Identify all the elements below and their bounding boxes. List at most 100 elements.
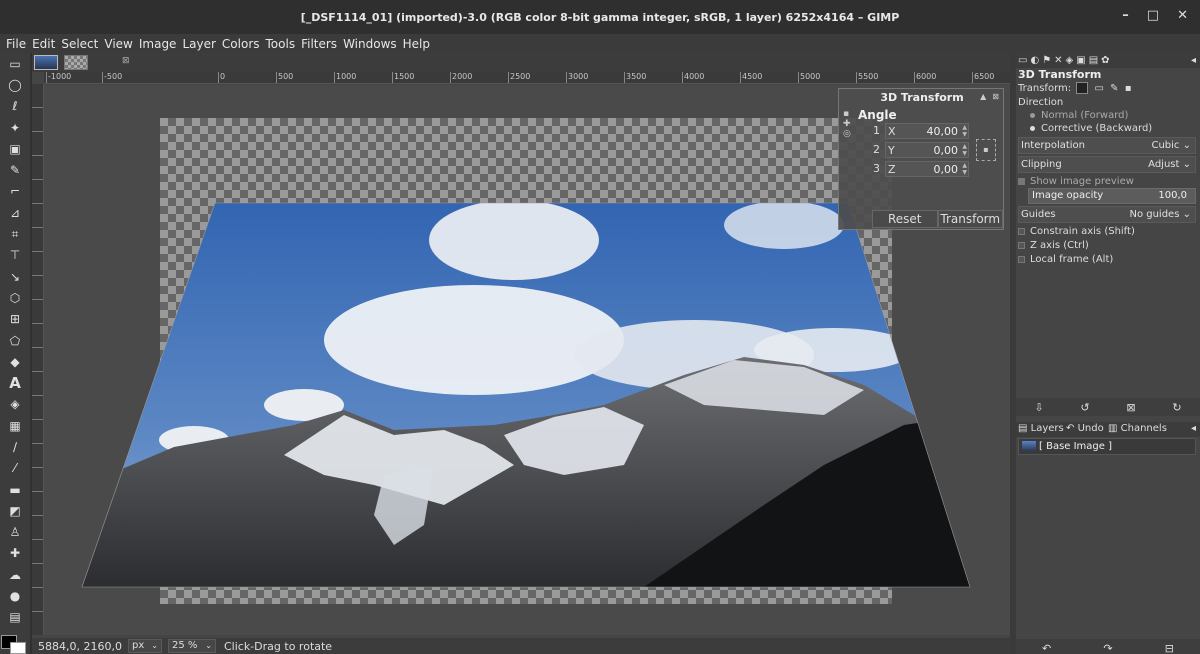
- image-tab-checker[interactable]: [64, 55, 88, 70]
- channels-tab[interactable]: ▥ Channels: [1108, 423, 1167, 434]
- spin-icon[interactable]: ▲ ▼: [962, 143, 967, 157]
- dialog-move-icon[interactable]: ▲: [980, 92, 986, 101]
- undo-icon[interactable]: ↶: [1042, 642, 1051, 654]
- heal-icon[interactable]: ✚: [0, 543, 30, 564]
- gradient-icon[interactable]: ▦: [0, 415, 30, 436]
- clipping-select[interactable]: Clipping Adjust ⌄: [1018, 156, 1196, 173]
- local-frame-checkbox[interactable]: Local frame (Alt): [1018, 254, 1113, 265]
- redo-icon[interactable]: ↷: [1103, 642, 1112, 654]
- paths-tab-icon[interactable]: ⚑: [1042, 55, 1051, 66]
- menu-tools[interactable]: Tools: [263, 37, 299, 51]
- dialog-mode-icon[interactable]: ▪: [843, 109, 855, 119]
- chain-link-icon[interactable]: ▪: [976, 139, 996, 161]
- menu-file[interactable]: File: [3, 37, 29, 51]
- menu-view[interactable]: View: [101, 37, 135, 51]
- interpolation-select[interactable]: Interpolation Cubic ⌄: [1018, 137, 1196, 154]
- spin-icon[interactable]: ▲ ▼: [962, 124, 967, 138]
- minimize-button[interactable]: –: [1122, 8, 1129, 23]
- delete-preset-icon[interactable]: ⊠: [1126, 401, 1135, 414]
- menu-edit[interactable]: Edit: [29, 37, 58, 51]
- menu-help[interactable]: Help: [400, 37, 433, 51]
- fg-bg-colors[interactable]: [0, 634, 30, 654]
- save-preset-icon[interactable]: ⇩: [1034, 401, 1043, 414]
- color-picker-icon[interactable]: ⌐: [0, 181, 30, 202]
- menu-filters[interactable]: Filters: [298, 37, 340, 51]
- direction-corrective-radio[interactable]: Corrective (Backward): [1030, 123, 1152, 134]
- clone-icon[interactable]: ♙: [0, 522, 30, 543]
- close-window-button[interactable]: ✕: [1177, 8, 1188, 23]
- undo-tab[interactable]: ↶ Undo: [1066, 423, 1104, 434]
- align-icon[interactable]: ⊤: [0, 245, 30, 266]
- images-tab-icon[interactable]: ▣: [1076, 55, 1085, 66]
- z-axis-checkbox[interactable]: Z axis (Ctrl): [1018, 240, 1089, 251]
- transform-button[interactable]: Transform: [937, 210, 1003, 228]
- text-icon[interactable]: A: [0, 372, 30, 393]
- image-canvas[interactable]: 3D Transform ▲ ⊠ ▪ ✚ ◎ Angle 1 X 40,00 ▲…: [44, 85, 1010, 635]
- constrain-axis-checkbox[interactable]: Constrain axis (Shift): [1018, 226, 1135, 237]
- paintbrush-icon[interactable]: ⁄: [0, 458, 30, 479]
- menu-image[interactable]: Image: [136, 37, 180, 51]
- close-tab-icon[interactable]: ⊠: [122, 56, 130, 66]
- zoom-select[interactable]: 25 % ⌄: [168, 639, 216, 653]
- ellipse-select-icon[interactable]: ◯: [0, 74, 30, 95]
- dialog-close-icon[interactable]: ⊠: [992, 92, 999, 101]
- palette-tab-icon[interactable]: ✿: [1101, 55, 1109, 66]
- image-opacity-slider[interactable]: Image opacity 100,0: [1028, 188, 1196, 204]
- gradients-tab-icon[interactable]: ▤: [1089, 55, 1098, 66]
- maximize-button[interactable]: □: [1147, 8, 1159, 23]
- brushes-tab-icon[interactable]: ◐: [1030, 55, 1039, 66]
- crop-icon[interactable]: ⌗: [0, 223, 30, 244]
- direction-label: Direction: [1018, 97, 1064, 108]
- transform-path-icon[interactable]: ✎: [1110, 83, 1118, 94]
- reset-options-icon[interactable]: ↻: [1172, 401, 1181, 414]
- restore-preset-icon[interactable]: ↺: [1080, 401, 1089, 414]
- guides-select[interactable]: Guides No guides ⌄: [1018, 206, 1196, 223]
- rect-select-icon[interactable]: ▭: [0, 53, 30, 74]
- dodge-burn-icon[interactable]: ●: [0, 585, 30, 606]
- channels-tab-label: Channels: [1120, 423, 1167, 434]
- patterns-tab-icon[interactable]: ✕: [1054, 55, 1062, 66]
- angle-z-field[interactable]: Z 0,00 ▲ ▼: [885, 161, 969, 177]
- dock-menu-icon[interactable]: ◂: [1191, 55, 1196, 66]
- warp-icon[interactable]: ⊞: [0, 309, 30, 330]
- layers-tab[interactable]: ▤ Layers: [1018, 423, 1064, 434]
- eraser-icon[interactable]: ▬: [0, 479, 30, 500]
- image-tab-active[interactable]: [34, 55, 58, 70]
- direction-normal-radio[interactable]: Normal (Forward): [1030, 110, 1128, 121]
- reset-button[interactable]: Reset: [872, 210, 938, 228]
- show-preview-checkbox[interactable]: Show image preview: [1018, 176, 1134, 187]
- menu-layer[interactable]: Layer: [179, 37, 218, 51]
- menu-colors[interactable]: Colors: [219, 37, 263, 51]
- cage-icon[interactable]: ⬠: [0, 330, 30, 351]
- foreground-select-icon[interactable]: ▣: [0, 138, 30, 159]
- airbrush-icon[interactable]: ◩: [0, 500, 30, 521]
- angle-x-field[interactable]: X 40,00 ▲ ▼: [885, 123, 969, 139]
- fonts-tab-icon[interactable]: ◈: [1066, 55, 1074, 66]
- transform-image-icon[interactable]: ▪: [1125, 83, 1132, 94]
- paint-icon[interactable]: ◈: [0, 394, 30, 415]
- dialog-rotate-mode-icon[interactable]: ◎: [843, 129, 855, 139]
- layer-row[interactable]: [ Base Image ]: [1018, 438, 1196, 455]
- transform-layer-icon[interactable]: [1076, 82, 1089, 94]
- smudge-icon[interactable]: ☁: [0, 564, 30, 585]
- fuzzy-select-icon[interactable]: ✦: [0, 117, 30, 138]
- transform-selection-icon[interactable]: ▭: [1095, 83, 1104, 94]
- menu-windows[interactable]: Windows: [340, 37, 400, 51]
- pencil-icon[interactable]: ∕: [0, 436, 30, 457]
- dock-menu-icon[interactable]: ◂: [1191, 423, 1196, 434]
- unit-select[interactable]: px ⌄: [128, 639, 162, 653]
- clear-history-icon[interactable]: ⊟: [1165, 642, 1174, 654]
- menu-select[interactable]: Select: [58, 37, 101, 51]
- paths-icon[interactable]: ✎: [0, 159, 30, 180]
- spin-icon[interactable]: ▲ ▼: [962, 162, 967, 176]
- lasso-icon[interactable]: ℓ: [0, 96, 30, 117]
- grid-icon[interactable]: ▤: [0, 607, 30, 628]
- show-preview-label: Show image preview: [1030, 176, 1134, 187]
- 3d-transform-icon[interactable]: ⬡: [0, 287, 30, 308]
- measure-icon[interactable]: ⊿: [0, 202, 30, 223]
- bucket-fill-icon[interactable]: ◆: [0, 351, 30, 372]
- angle-y-field[interactable]: Y 0,00 ▲ ▼: [885, 142, 969, 158]
- move-icon[interactable]: ↘: [0, 266, 30, 287]
- tool-options-tab-icon[interactable]: ▭: [1018, 55, 1027, 66]
- dialog-move-mode-icon[interactable]: ✚: [843, 119, 855, 129]
